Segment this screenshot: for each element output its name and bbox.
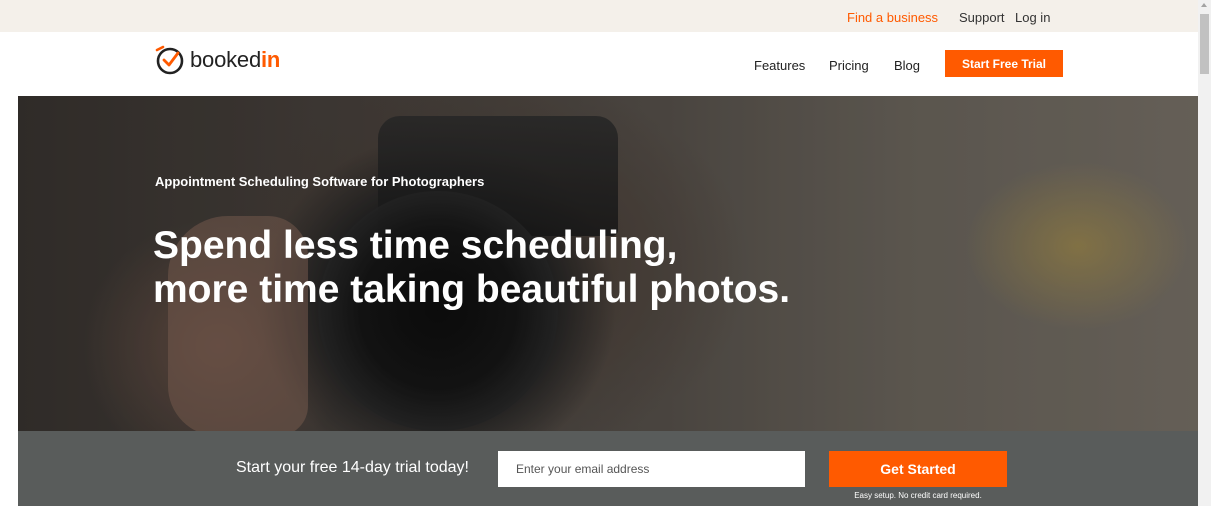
signup-note: Easy setup. No credit card required.: [854, 491, 982, 500]
hero-title-line-2: more time taking beautiful photos.: [153, 268, 791, 311]
hero-title-line-1: Spend less time scheduling,: [153, 224, 678, 267]
email-input[interactable]: [498, 451, 805, 487]
nav-pricing[interactable]: Pricing: [829, 58, 869, 73]
logo-text: bookedin: [190, 47, 280, 73]
bookedin-logo-icon: [154, 44, 186, 76]
signup-text: Start your free 14-day trial today!: [236, 459, 469, 476]
scrollbar-thumb[interactable]: [1200, 14, 1209, 74]
find-business-link[interactable]: Find a business: [847, 10, 938, 25]
main-nav: bookedin Features Pricing Blog Start Fre…: [0, 32, 1198, 96]
utility-bar: Find a business Support Log in: [0, 0, 1198, 32]
hero-title: Spend less time scheduling, more time ta…: [153, 224, 790, 312]
start-free-trial-button[interactable]: Start Free Trial: [945, 50, 1063, 77]
signup-bar: Start your free 14-day trial today! Get …: [18, 431, 1198, 506]
logo[interactable]: bookedin: [154, 42, 280, 78]
logo-text-accent: in: [260, 47, 281, 72]
get-started-button[interactable]: Get Started: [829, 451, 1007, 487]
nav-features[interactable]: Features: [754, 58, 805, 73]
scroll-up-arrow-icon[interactable]: [1201, 3, 1207, 7]
login-link[interactable]: Log in: [1015, 10, 1050, 25]
nav-blog[interactable]: Blog: [894, 58, 920, 73]
support-link[interactable]: Support: [959, 10, 1005, 25]
logo-text-main: booked: [190, 47, 261, 72]
hero-subtitle: Appointment Scheduling Software for Phot…: [155, 174, 485, 189]
hero: Appointment Scheduling Software for Phot…: [18, 96, 1198, 431]
scrollbar[interactable]: [1198, 0, 1211, 506]
